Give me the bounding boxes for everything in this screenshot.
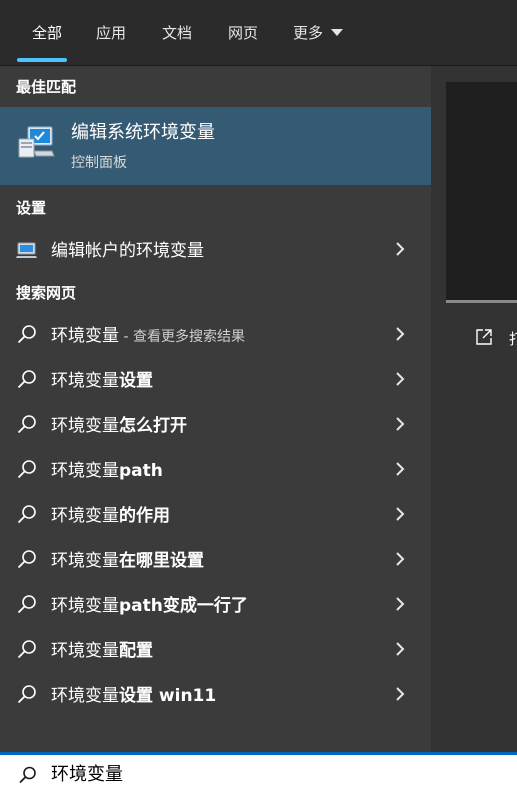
suggestion-completion: 设置 <box>119 371 153 391</box>
suggestion-text: 环境变量的作用 <box>51 501 170 526</box>
best-match-subtitle: 控制面板 <box>71 155 127 171</box>
tab-web[interactable]: 网页 <box>228 20 258 46</box>
best-match-item[interactable] <box>0 107 431 185</box>
suggestion-hint: - 查看更多搜索结果 <box>119 329 245 345</box>
search-icon <box>17 640 36 659</box>
preview-divider <box>446 300 517 303</box>
web-search-suggestion[interactable]: 环境变量 - 查看更多搜索结果 <box>0 311 431 356</box>
web-search-suggestion[interactable]: 环境变量怎么打开 <box>0 401 431 446</box>
chevron-right-icon[interactable] <box>393 370 407 388</box>
search-icon <box>17 550 36 569</box>
suggestion-query: 环境变量 <box>51 371 119 391</box>
search-scope-tabs: 全部 应用 文档 网页 更多 <box>0 0 517 66</box>
suggestion-completion: path <box>119 461 163 481</box>
tab-all[interactable]: 全部 <box>32 20 62 46</box>
preview-panel: 打 <box>431 66 517 752</box>
preview-open-label[interactable]: 打 <box>509 328 517 349</box>
suggestion-completion: 配置 <box>119 641 153 661</box>
section-best-match: 最佳匹配 <box>16 78 77 96</box>
suggestion-text: 环境变量path变成一行了 <box>51 591 248 616</box>
settings-item-label: 编辑帐户的环境变量 <box>51 241 204 261</box>
suggestion-query: 环境变量 <box>51 506 119 526</box>
suggestion-completion: 的作用 <box>119 506 170 526</box>
suggestion-text: 环境变量怎么打开 <box>51 411 187 436</box>
chevron-right-icon[interactable] <box>393 550 407 568</box>
chevron-right-icon[interactable] <box>393 415 407 433</box>
tab-apps[interactable]: 应用 <box>96 20 126 46</box>
suggestion-query: 环境变量 <box>51 326 119 346</box>
search-icon <box>17 415 36 434</box>
search-input[interactable] <box>51 758 491 788</box>
web-search-suggestion[interactable]: 环境变量设置 win11 <box>0 671 431 716</box>
search-icon <box>17 370 36 389</box>
tab-more-label: 更多 <box>293 24 324 42</box>
search-icon <box>17 595 36 614</box>
search-icon <box>19 766 36 784</box>
suggestion-text: 环境变量设置 win11 <box>51 681 216 706</box>
section-settings: 设置 <box>16 199 47 217</box>
section-search-web: 搜索网页 <box>16 284 77 302</box>
search-icon <box>17 460 36 479</box>
web-search-suggestion[interactable]: 环境变量配置 <box>0 626 431 671</box>
results-panel: 最佳匹配 编辑系统环境变量 控制面板 设置 编辑帐户的环境变量 搜索网页 环境变… <box>0 66 431 752</box>
chevron-right-icon[interactable] <box>393 685 407 703</box>
chevron-right-icon[interactable] <box>393 505 407 523</box>
suggestion-text: 环境变量在哪里设置 <box>51 546 204 571</box>
best-match-title: 编辑系统环境变量 <box>71 122 215 143</box>
chevron-right-icon[interactable] <box>393 325 407 343</box>
tab-documents[interactable]: 文档 <box>162 20 192 46</box>
suggestion-completion: 设置 win11 <box>119 686 217 706</box>
chevron-right-icon[interactable] <box>393 240 407 258</box>
preview-header <box>446 82 517 300</box>
settings-monitor-icon <box>16 242 37 258</box>
suggestion-query: 环境变量 <box>51 596 119 616</box>
suggestion-text: 环境变量配置 <box>51 636 153 661</box>
open-external-icon[interactable] <box>475 328 493 346</box>
chevron-right-icon[interactable] <box>393 595 407 613</box>
tab-more[interactable]: 更多 <box>293 20 344 46</box>
chevron-down-icon <box>331 29 344 36</box>
suggestion-query: 环境变量 <box>51 416 119 436</box>
web-search-suggestion[interactable]: 环境变量设置 <box>0 356 431 401</box>
web-search-suggestion[interactable]: 环境变量的作用 <box>0 491 431 536</box>
suggestion-completion: 在哪里设置 <box>119 551 204 571</box>
web-search-suggestion[interactable]: 环境变量在哪里设置 <box>0 536 431 581</box>
search-box <box>0 752 517 790</box>
active-tab-indicator <box>17 58 67 62</box>
system-properties-icon <box>18 126 55 158</box>
search-icon <box>17 685 36 704</box>
web-search-suggestion[interactable]: 环境变量path <box>0 446 431 491</box>
suggestion-query: 环境变量 <box>51 461 119 481</box>
suggestion-query: 环境变量 <box>51 551 119 571</box>
suggestion-text: 环境变量path <box>51 456 163 481</box>
chevron-right-icon[interactable] <box>393 460 407 478</box>
suggestion-completion: 怎么打开 <box>119 416 187 436</box>
search-icon <box>17 325 36 344</box>
search-icon <box>17 505 36 524</box>
suggestion-query: 环境变量 <box>51 641 119 661</box>
chevron-right-icon[interactable] <box>393 640 407 658</box>
suggestion-text: 环境变量 - 查看更多搜索结果 <box>51 321 245 346</box>
settings-item-account-env-vars[interactable]: 编辑帐户的环境变量 <box>0 226 431 271</box>
suggestion-query: 环境变量 <box>51 686 119 706</box>
web-search-suggestion[interactable]: 环境变量path变成一行了 <box>0 581 431 626</box>
suggestion-text: 环境变量设置 <box>51 366 153 391</box>
suggestion-completion: path变成一行了 <box>119 596 248 616</box>
